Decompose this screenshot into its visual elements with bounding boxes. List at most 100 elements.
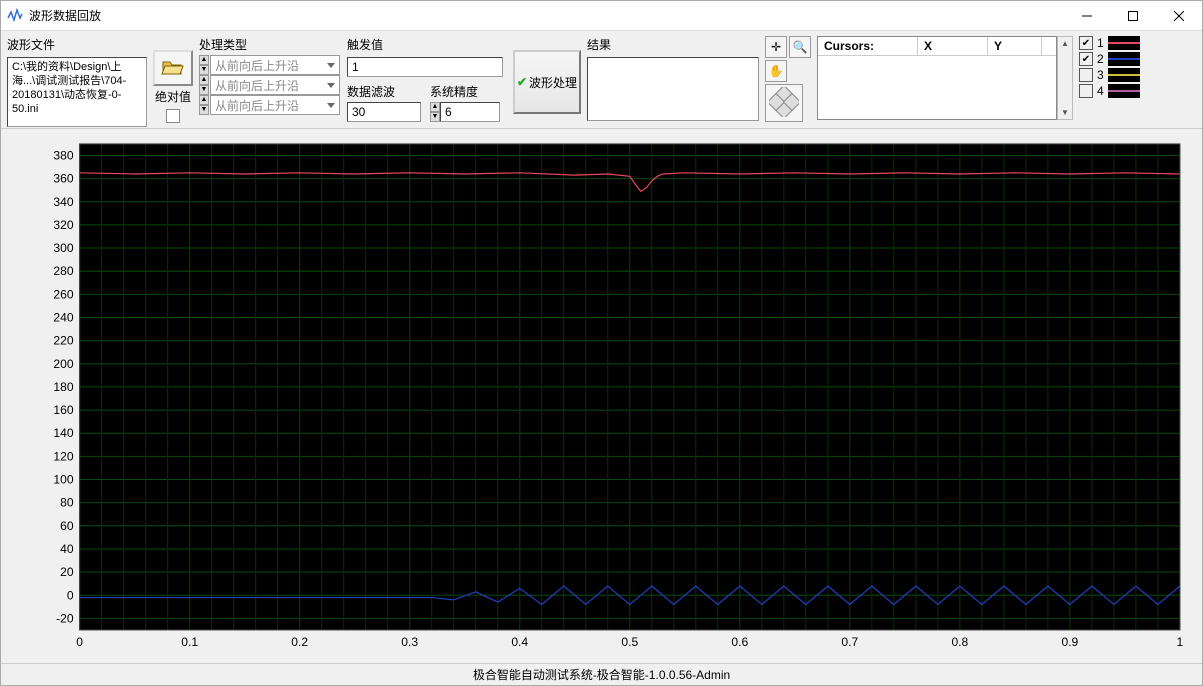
svg-text:320: 320: [53, 218, 73, 232]
chart-area[interactable]: -200204060801001201401601802002202402602…: [1, 129, 1202, 663]
legend-checkbox-2[interactable]: ✔: [1079, 52, 1093, 66]
svg-text:260: 260: [53, 287, 73, 301]
svg-text:0.5: 0.5: [621, 635, 638, 649]
svg-text:80: 80: [60, 496, 74, 510]
open-abs-group: 绝对值: [153, 50, 193, 123]
svg-text:0.9: 0.9: [1061, 635, 1078, 649]
title-bar: 波形数据回放: [1, 1, 1202, 31]
legend-color-swatch-4[interactable]: [1108, 84, 1140, 98]
pan-button[interactable]: ✋: [765, 60, 787, 82]
svg-text:0.7: 0.7: [841, 635, 858, 649]
hand-icon: ✋: [769, 64, 784, 78]
legend-row-2: ✔2: [1079, 52, 1140, 66]
spin-button[interactable]: ▲▼: [199, 55, 209, 75]
svg-text:100: 100: [53, 473, 73, 487]
proc-type-select-3[interactable]: 从前向后上升沿: [210, 95, 340, 115]
zoom-in-button[interactable]: 🔍: [789, 36, 811, 58]
file-label: 波形文件: [7, 36, 147, 53]
abs-checkbox[interactable]: [166, 109, 180, 123]
process-button-label: 波形处理: [529, 74, 577, 91]
precision-label: 系统精度: [430, 83, 507, 100]
svg-text:40: 40: [60, 542, 74, 556]
svg-text:0.6: 0.6: [731, 635, 748, 649]
trigger-input[interactable]: 1: [347, 57, 503, 77]
spin-button[interactable]: ▲▼: [199, 95, 209, 115]
proc-type-select-2[interactable]: 从前向后上升沿: [210, 75, 340, 95]
svg-text:140: 140: [53, 426, 73, 440]
svg-text:20: 20: [60, 565, 74, 579]
legend-number: 1: [1097, 36, 1104, 50]
spin-button[interactable]: ▲▼: [199, 75, 209, 95]
app-icon: [7, 8, 23, 24]
svg-text:0.4: 0.4: [511, 635, 528, 649]
svg-text:0: 0: [76, 635, 83, 649]
svg-text:300: 300: [53, 241, 73, 255]
legend-number: 2: [1097, 52, 1104, 66]
waveform-chart[interactable]: -200204060801001201401601802002202402602…: [5, 133, 1190, 659]
proc-type-label: 处理类型: [199, 36, 341, 53]
trigger-filter-section: 触发值 1 数据滤波 30 系统精度 ▲▼ 6: [347, 36, 507, 122]
maximize-button[interactable]: [1110, 1, 1156, 31]
close-button[interactable]: [1156, 1, 1202, 31]
svg-text:1: 1: [1177, 635, 1184, 649]
legend-row-1: ✔1: [1079, 36, 1140, 50]
open-file-button[interactable]: [153, 50, 193, 86]
zoom-crosshair-button[interactable]: ✛: [765, 36, 787, 58]
svg-text:0.1: 0.1: [181, 635, 198, 649]
svg-text:220: 220: [53, 334, 73, 348]
legend-row-4: 4: [1079, 84, 1140, 98]
proc-type-section: 处理类型 ▲▼从前向后上升沿 ▲▼从前向后上升沿 ▲▼从前向后上升沿: [199, 36, 341, 115]
svg-text:180: 180: [53, 380, 73, 394]
trigger-label: 触发值: [347, 36, 507, 53]
cursor-scrollbar[interactable]: ▲▼: [1057, 36, 1073, 120]
precision-spin[interactable]: ▲▼: [430, 102, 440, 122]
svg-text:340: 340: [53, 195, 73, 209]
legend-color-swatch-2[interactable]: [1108, 52, 1140, 66]
precision-input[interactable]: 6: [440, 102, 500, 122]
file-section: 波形文件 C:\我的资料\Design\上海...\调试测试报告\704-201…: [7, 36, 147, 127]
cursor-col-x: X: [918, 37, 988, 55]
svg-text:120: 120: [53, 449, 73, 463]
svg-text:160: 160: [53, 403, 73, 417]
svg-text:0.3: 0.3: [401, 635, 418, 649]
window-title: 波形数据回放: [29, 7, 101, 24]
file-path-box[interactable]: C:\我的资料\Design\上海...\调试测试报告\704-20180131…: [7, 57, 147, 127]
minimize-button[interactable]: [1064, 1, 1110, 31]
svg-text:360: 360: [53, 172, 73, 186]
result-label: 结果: [587, 36, 759, 53]
legend-color-swatch-1[interactable]: [1108, 36, 1140, 50]
checkmark-icon: ✔: [517, 75, 527, 89]
diamond-nav-icon: [769, 87, 799, 120]
abs-label: 绝对值: [155, 88, 191, 105]
result-box[interactable]: [587, 57, 759, 121]
filter-label: 数据滤波: [347, 83, 424, 100]
svg-text:-20: -20: [56, 611, 74, 625]
svg-text:380: 380: [53, 148, 73, 162]
svg-text:0: 0: [67, 588, 74, 602]
magnifier-icon: 🔍: [793, 40, 808, 54]
navigate-button[interactable]: [765, 84, 803, 122]
svg-text:0.8: 0.8: [951, 635, 968, 649]
proc-type-select-1[interactable]: 从前向后上升沿: [210, 55, 340, 75]
legend-number: 3: [1097, 68, 1104, 82]
svg-text:200: 200: [53, 357, 73, 371]
process-button[interactable]: ✔ 波形处理: [513, 50, 581, 114]
legend-checkbox-3[interactable]: [1079, 68, 1093, 82]
cursor-table[interactable]: Cursors: X Y: [817, 36, 1057, 120]
svg-text:0.2: 0.2: [291, 635, 308, 649]
legend-color-swatch-3[interactable]: [1108, 68, 1140, 82]
graph-tools: ✛ 🔍 ✋: [765, 36, 811, 122]
svg-text:280: 280: [53, 264, 73, 278]
status-bar: 极合智能自动测试系统-极合智能-1.0.0.56-Admin: [1, 663, 1202, 685]
svg-text:60: 60: [60, 519, 74, 533]
filter-input[interactable]: 30: [347, 102, 421, 122]
legend-number: 4: [1097, 84, 1104, 98]
cursor-col-cursors: Cursors:: [818, 37, 918, 55]
svg-text:240: 240: [53, 311, 73, 325]
legend-row-3: 3: [1079, 68, 1140, 82]
cursor-col-y: Y: [988, 37, 1042, 55]
legend-checkbox-1[interactable]: ✔: [1079, 36, 1093, 50]
legend-checkbox-4[interactable]: [1079, 84, 1093, 98]
result-section: 结果: [587, 36, 759, 121]
folder-open-icon: [161, 57, 185, 80]
